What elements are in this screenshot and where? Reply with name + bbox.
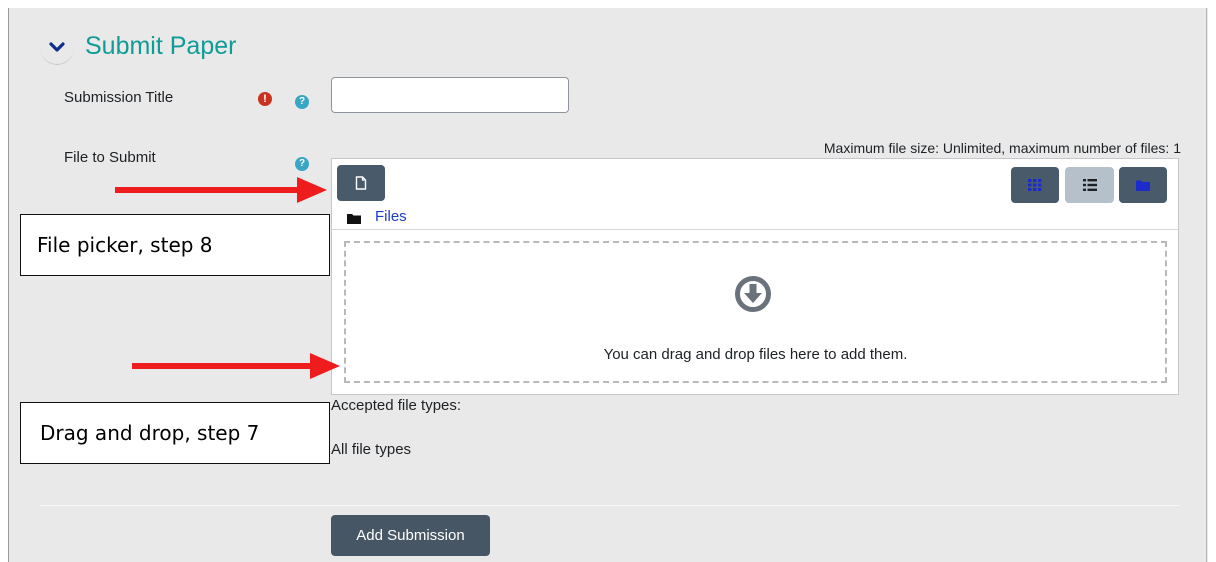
view-details-button[interactable]	[1065, 167, 1114, 203]
section-title: Submit Paper	[85, 32, 237, 60]
view-tree-button[interactable]	[1119, 167, 1167, 203]
file-to-submit-label: File to Submit	[64, 149, 156, 166]
folder-icon	[1136, 180, 1150, 191]
right-border	[1206, 8, 1207, 562]
accepted-types-label: Accepted file types:	[331, 397, 462, 414]
divider	[332, 229, 1178, 230]
left-border	[8, 8, 9, 562]
arrow-circle-down-icon	[735, 276, 771, 312]
section-collapse-toggle[interactable]	[40, 30, 74, 65]
help-icon[interactable]: ?	[295, 95, 309, 109]
annotation-text: File picker, step 8	[37, 233, 213, 257]
grid-icon	[1028, 179, 1042, 191]
help-icon[interactable]: ?	[295, 157, 309, 171]
file-limit-note: Maximum file size: Unlimited, maximum nu…	[823, 140, 1181, 156]
submission-title-input[interactable]	[331, 77, 569, 113]
submission-title-label: Submission Title	[64, 89, 174, 106]
add-file-button[interactable]	[337, 165, 385, 201]
accepted-types-value: All file types	[331, 441, 412, 458]
view-icons-button[interactable]	[1011, 167, 1059, 203]
files-breadcrumb[interactable]: Files	[375, 208, 407, 226]
annotation-arrow	[132, 353, 340, 379]
folder-icon	[347, 214, 361, 224]
add-submission-button[interactable]: Add Submission	[331, 515, 490, 556]
divider	[40, 505, 1180, 506]
drop-zone-text: You can drag and drop files here to add …	[603, 346, 908, 363]
annotation-text: Drag and drop, step 7	[40, 421, 260, 445]
annotation-drag-drop: Drag and drop, step 7	[20, 402, 330, 464]
annotation-arrow	[115, 177, 327, 203]
annotation-file-picker: File picker, step 8	[20, 214, 330, 276]
list-icon	[1082, 179, 1097, 191]
required-icon: !	[258, 92, 272, 106]
file-icon	[355, 176, 367, 190]
chevron-down-icon	[49, 42, 65, 52]
